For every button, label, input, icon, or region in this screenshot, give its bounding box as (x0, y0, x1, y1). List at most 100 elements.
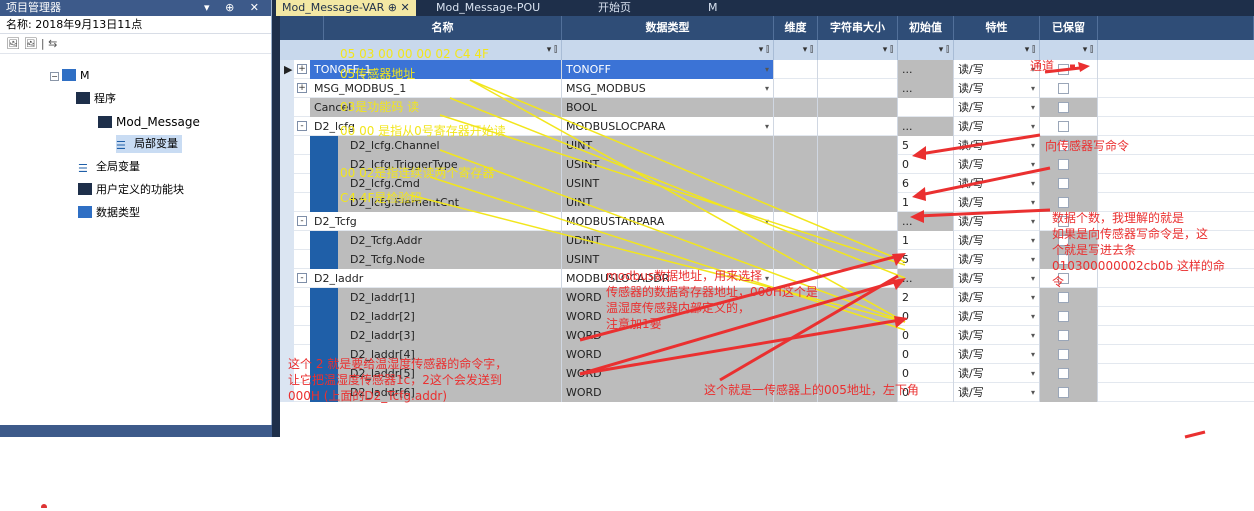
cell-attribute[interactable]: 读/写 ▾ (954, 60, 1040, 79)
cell-string-size[interactable] (818, 231, 898, 250)
dropdown-icon[interactable]: ▾ (1031, 98, 1035, 117)
cell-string-size[interactable] (818, 288, 898, 307)
panel-controls[interactable]: ▾ ⊕ ✕ (204, 0, 265, 16)
cell-type[interactable]: UDINT (562, 231, 774, 250)
cell-dimension[interactable] (774, 193, 818, 212)
cell-initial-value[interactable]: 1 (898, 193, 954, 212)
row-indicator[interactable] (280, 155, 294, 174)
cell-retained[interactable] (1040, 79, 1098, 98)
tree-global-vars[interactable]: ☰ 全局变量 (78, 158, 140, 176)
cell-type[interactable]: UINT (562, 193, 774, 212)
cell-initial-value[interactable]: 0 (898, 307, 954, 326)
dropdown-icon[interactable]: ▾ (1031, 307, 1035, 326)
cell-string-size[interactable] (818, 345, 898, 364)
row-expander[interactable]: - (294, 117, 310, 136)
collapse-icon[interactable]: - (297, 121, 307, 131)
row-indicator[interactable] (280, 231, 294, 250)
row-indicator[interactable] (280, 136, 294, 155)
header-name[interactable]: 名称 (324, 16, 562, 40)
collapse-icon[interactable]: − (50, 72, 59, 81)
row-expander[interactable]: - (294, 269, 310, 288)
cell-attribute[interactable]: 读/写 ▾ (954, 326, 1040, 345)
cell-initial-value[interactable]: ... (898, 269, 954, 288)
retained-checkbox[interactable] (1058, 178, 1069, 189)
cell-initial-value[interactable]: 2 (898, 288, 954, 307)
tab-mod-message-var[interactable]: Mod_Message-VAR ⊕ ✕ (276, 0, 416, 16)
retained-checkbox[interactable] (1058, 64, 1069, 75)
row-expander[interactable]: + (294, 79, 310, 98)
cell-type[interactable]: TONOFF ▾ (562, 60, 774, 79)
cell-initial-value[interactable]: ... (898, 117, 954, 136)
cell-name[interactable]: D2_Tcfg (310, 212, 562, 231)
cell-dimension[interactable] (774, 79, 818, 98)
cell-dimension[interactable] (774, 250, 818, 269)
dropdown-icon[interactable]: ▾ (765, 79, 769, 98)
cell-string-size[interactable] (818, 155, 898, 174)
tree-program[interactable]: 程序 (76, 90, 116, 108)
cell-type[interactable]: MSG_MODBUS ▾ (562, 79, 774, 98)
dropdown-icon[interactable]: ▾ (1031, 136, 1035, 155)
dropdown-icon[interactable]: ▾ (1031, 193, 1035, 212)
project-toolbar[interactable]: 🖼 🖼 | ⇆ (0, 34, 271, 54)
retained-checkbox[interactable] (1058, 83, 1069, 94)
row-indicator[interactable] (280, 269, 294, 288)
collapse-icon[interactable]: - (297, 273, 307, 283)
dropdown-icon[interactable]: ▾ (1031, 79, 1035, 98)
dropdown-icon[interactable]: ▾ (1031, 174, 1035, 193)
row-indicator[interactable] (280, 117, 294, 136)
cell-string-size[interactable] (818, 269, 898, 288)
cell-name[interactable]: D2_laddr (310, 269, 562, 288)
cell-string-size[interactable] (818, 60, 898, 79)
filter-dimension[interactable]: ▾ ⫿ (774, 40, 818, 60)
cell-type[interactable]: BOOL (562, 98, 774, 117)
header-string-size[interactable]: 字符串大小 (818, 16, 898, 40)
cell-string-size[interactable] (818, 136, 898, 155)
cell-type[interactable]: WORD (562, 345, 774, 364)
cell-attribute[interactable]: 读/写 ▾ (954, 98, 1040, 117)
tree-data-types[interactable]: 数据类型 (78, 204, 140, 222)
row-expander[interactable]: + (294, 60, 310, 79)
cell-retained[interactable] (1040, 117, 1098, 136)
filter-string-size[interactable]: ▾ ⫿ (818, 40, 898, 60)
retained-checkbox[interactable] (1058, 197, 1069, 208)
row-indicator[interactable] (280, 98, 294, 117)
cell-initial-value[interactable]: ... (898, 79, 954, 98)
expand-icon[interactable]: + (297, 64, 307, 74)
tree-user-fb[interactable]: 用户定义的功能块 (78, 181, 184, 199)
retained-checkbox[interactable] (1058, 311, 1069, 322)
cell-attribute[interactable]: 读/写 ▾ (954, 307, 1040, 326)
cell-name[interactable]: D2_laddr[2] (338, 307, 562, 326)
cell-attribute[interactable]: 读/写 ▾ (954, 364, 1040, 383)
cell-retained[interactable] (1040, 174, 1098, 193)
cell-type[interactable]: UINT (562, 136, 774, 155)
retained-checkbox[interactable] (1058, 349, 1069, 360)
header-initial-value[interactable]: 初始值 (898, 16, 954, 40)
tab-m[interactable]: M (702, 0, 724, 16)
cell-dimension[interactable] (774, 155, 818, 174)
tree-root-m[interactable]: − M (50, 67, 90, 85)
cell-initial-value[interactable]: 0 (898, 364, 954, 383)
cell-name[interactable]: D2_Tcfg.Addr (338, 231, 562, 250)
header-attribute[interactable]: 特性 (954, 16, 1040, 40)
filter-initial-value[interactable]: ▾ ⫿ (898, 40, 954, 60)
cell-dimension[interactable] (774, 345, 818, 364)
cell-initial-value[interactable]: ... (898, 60, 954, 79)
dropdown-icon[interactable]: ▾ (1031, 383, 1035, 402)
cell-retained[interactable] (1040, 98, 1098, 117)
retained-checkbox[interactable] (1058, 292, 1069, 303)
dropdown-icon[interactable]: ▾ (765, 117, 769, 136)
retained-checkbox[interactable] (1058, 102, 1069, 113)
dropdown-icon[interactable]: ▾ (765, 212, 769, 231)
cell-initial-value[interactable]: 0 (898, 155, 954, 174)
cell-type[interactable]: MODBUSLOCPARA ▾ (562, 117, 774, 136)
cell-type[interactable]: MODBUSTARPARA ▾ (562, 212, 774, 231)
filter-retained[interactable]: ▾ ⫿ (1040, 40, 1098, 60)
cell-initial-value[interactable]: 0 (898, 326, 954, 345)
dropdown-icon[interactable]: ▾ (1031, 364, 1035, 383)
dropdown-icon[interactable]: ▾ (1031, 155, 1035, 174)
dropdown-icon[interactable]: ▾ (1031, 250, 1035, 269)
header-dimension[interactable]: 维度 (774, 16, 818, 40)
cell-attribute[interactable]: 读/写 ▾ (954, 193, 1040, 212)
cell-retained[interactable] (1040, 383, 1098, 402)
retained-checkbox[interactable] (1058, 159, 1069, 170)
